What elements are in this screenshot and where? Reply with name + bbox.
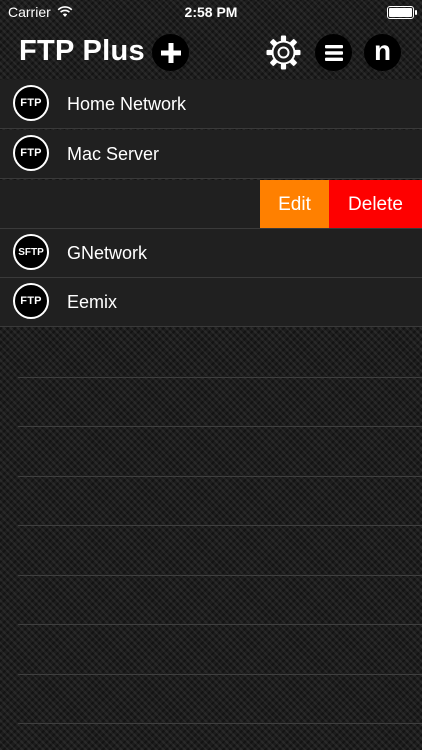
connection-row-mac-server[interactable]: FTP Mac Server xyxy=(0,130,422,179)
settings-button[interactable] xyxy=(265,34,302,71)
connection-list: FTP Home Network FTP Mac Server r Edit D… xyxy=(0,80,422,750)
list-rows: FTP Home Network FTP Mac Server r Edit D… xyxy=(0,80,422,327)
empty-row-divider xyxy=(18,426,422,427)
sftp-icon: SFTP xyxy=(13,234,49,270)
empty-row-divider xyxy=(18,674,422,675)
delete-button[interactable]: Delete xyxy=(329,180,422,229)
connection-row-eemix[interactable]: FTP Eemix xyxy=(0,278,422,327)
status-time: 2:58 PM xyxy=(184,4,238,20)
ftp-icon: FTP xyxy=(13,283,49,319)
menu-button[interactable] xyxy=(315,34,352,71)
news-icon: n xyxy=(373,34,392,66)
connection-name: Mac Server xyxy=(67,144,160,164)
plus-icon xyxy=(160,42,181,63)
row-divider xyxy=(0,178,422,179)
empty-list-area xyxy=(0,328,422,750)
list-icon xyxy=(324,44,343,61)
nav-bar: FTP Plus n xyxy=(0,24,422,80)
empty-row-divider xyxy=(18,476,422,477)
status-bar: Carrier 2:58 PM xyxy=(0,0,422,24)
row-divider xyxy=(0,128,422,129)
connection-row-swiped[interactable]: r Edit Delete xyxy=(0,180,422,229)
connection-name: Home Network xyxy=(67,94,187,114)
edit-button[interactable]: Edit xyxy=(260,180,329,229)
battery-icon xyxy=(387,6,417,19)
gear-icon xyxy=(266,35,301,70)
connection-name: GNetwork xyxy=(67,243,148,263)
ftp-icon: FTP xyxy=(13,85,49,121)
empty-row-divider xyxy=(18,624,422,625)
empty-row-divider xyxy=(18,575,422,576)
connection-row-home-network[interactable]: FTP Home Network xyxy=(0,80,422,129)
add-button[interactable] xyxy=(152,34,189,71)
news-button[interactable]: n xyxy=(364,34,401,71)
ftp-icon: FTP xyxy=(13,135,49,171)
app-title: FTP Plus xyxy=(19,35,145,67)
connection-name: Eemix xyxy=(67,292,118,312)
connection-row-gnetwork[interactable]: SFTP GNetwork xyxy=(0,229,422,278)
row-divider xyxy=(0,326,422,327)
empty-row-divider xyxy=(18,525,422,526)
empty-row-divider xyxy=(18,377,422,378)
empty-row-divider xyxy=(18,723,422,724)
